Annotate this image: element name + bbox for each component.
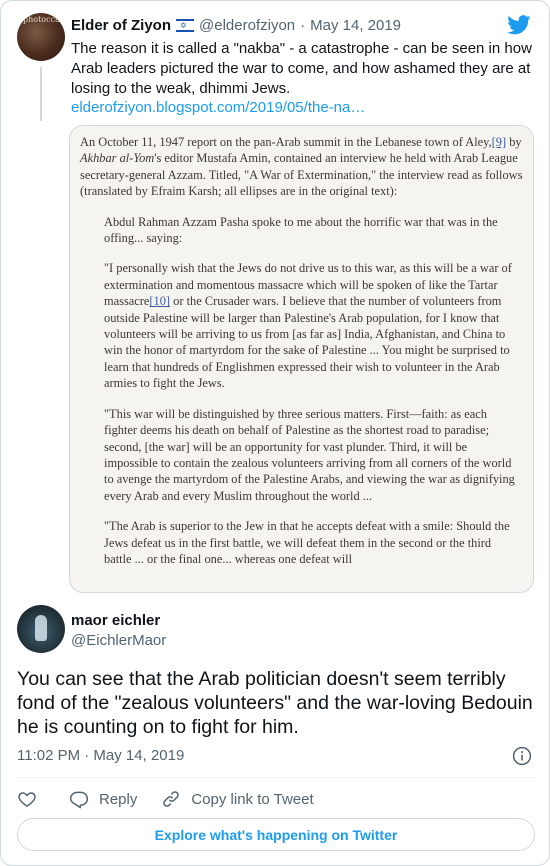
copy-link-label: Copy link to Tweet <box>191 790 314 808</box>
reply-tweet-text: You can see that the Arab politician doe… <box>17 668 533 738</box>
excerpt-paragraph: "The Arab is superior to the Jew in that… <box>104 519 510 566</box>
copy-link-button[interactable]: Copy link to Tweet <box>161 789 314 809</box>
reply-button[interactable]: Reply <box>69 789 137 809</box>
excerpt-paragraph: Abdul Rahman Azzam Pasha spoke to me abo… <box>104 214 498 246</box>
quoted-tweet-link[interactable]: elderofziyon.blogspot.com/2019/05/the-na… <box>71 99 365 116</box>
quoted-author-name[interactable]: Elder of Ziyon <box>71 17 171 34</box>
explore-twitter-button[interactable]: Explore what's happening on Twitter <box>17 818 535 851</box>
like-button[interactable] <box>17 789 37 809</box>
reply-author-handle[interactable]: @EichlerMaor <box>71 632 166 649</box>
quoted-tweet-text: The reason it is called a "nakba" - a ca… <box>71 40 532 97</box>
excerpt-paragraph: "I personally wish that the Jews do not … <box>104 261 512 391</box>
israel-flag-icon: ✡ <box>176 19 195 32</box>
reply-label: Reply <box>99 790 138 808</box>
tweet-embed-card: photocca Elder of Ziyon ✡ @elderofziyon … <box>0 0 550 866</box>
header-separator: · <box>300 17 306 34</box>
reply-timestamp[interactable]: 11:02 PM · May 14, 2019 <box>17 747 184 764</box>
quoted-tweet-header: Elder of Ziyon ✡ @elderofziyon · May 14,… <box>71 17 401 34</box>
excerpt-blockquote: Abdul Rahman Azzam Pasha spoke to me abo… <box>80 214 523 568</box>
excerpt-paragraph: "This war will be distinguished by three… <box>104 406 515 503</box>
heart-icon <box>18 792 36 807</box>
quoted-author-handle[interactable]: @elderofziyon <box>199 17 295 34</box>
info-icon[interactable] <box>512 746 532 766</box>
divider <box>17 777 535 778</box>
footnote-link: [9] <box>491 135 507 149</box>
article-excerpt-image[interactable]: An October 11, 1947 report on the pan-Ar… <box>69 125 534 593</box>
avatar-mark: photocca <box>23 15 60 24</box>
quoted-tweet-date[interactable]: May 14, 2019 <box>310 17 401 34</box>
reply-icon <box>69 791 89 809</box>
link-icon <box>163 791 180 807</box>
reply-author-name[interactable]: maor eichler <box>71 612 160 629</box>
eichlermaor-avatar[interactable] <box>17 605 65 653</box>
twitter-bird-icon[interactable] <box>507 15 531 35</box>
excerpt-intro: An October 11, 1947 report on the pan-Ar… <box>80 135 523 199</box>
thread-line <box>40 67 42 121</box>
elderofziyon-avatar[interactable]: photocca <box>17 13 65 61</box>
footnote-link: [10] <box>149 294 171 309</box>
tweet-actions-bar: Reply Copy link to Tweet <box>17 787 314 811</box>
